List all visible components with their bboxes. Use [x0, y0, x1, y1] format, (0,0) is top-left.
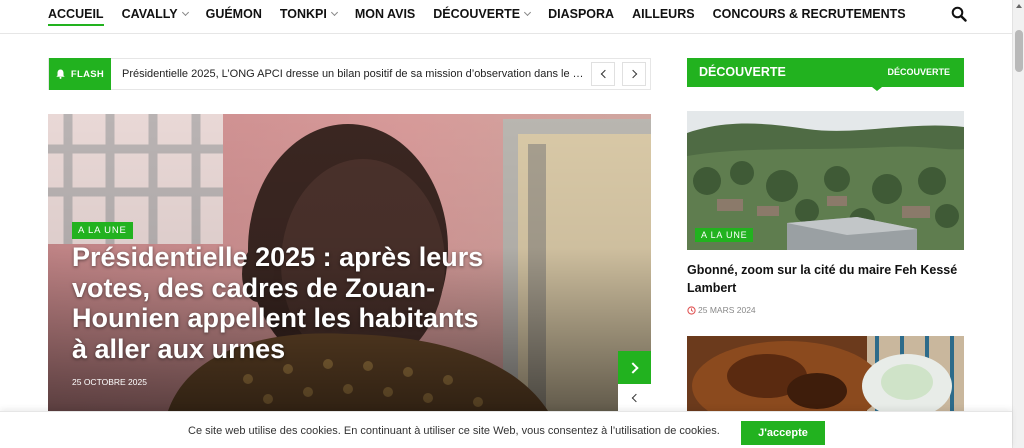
- nav-item-label: ACCUEIL: [48, 7, 104, 21]
- scroll-up-arrow-icon[interactable]: [1016, 4, 1022, 8]
- chevron-right-icon: [627, 361, 639, 374]
- chevron-down-icon: [330, 8, 338, 17]
- nav-item-label: DIASPORA: [548, 7, 615, 21]
- chevron-left-icon: [600, 69, 609, 79]
- sidebar-section-link[interactable]: DÉCOUVERTE: [887, 58, 950, 87]
- card-category-badge[interactable]: A LA UNE: [695, 228, 754, 242]
- nav-item-label: AILLEURS: [632, 7, 695, 21]
- hero-next-button[interactable]: [618, 351, 651, 384]
- nav-item-label: DÉCOUVERTE: [433, 7, 521, 21]
- hero-category-badge[interactable]: A LA UNE: [72, 222, 133, 239]
- food-photo: [687, 336, 964, 416]
- page: ACCUEIL CAVALLY GUÉMON TONKPI MON AVIS DÉCOUV…: [0, 0, 1024, 448]
- nav-item-tonkpi[interactable]: TONKPI: [279, 0, 338, 28]
- nav-item-accueil[interactable]: ACCUEIL: [48, 0, 104, 28]
- nav-item-label: CONCOURS & RECRUTEMENTS: [712, 7, 906, 21]
- nav-item-gu-mon[interactable]: GUÉMON: [206, 0, 262, 28]
- flash-prev-button[interactable]: [591, 62, 615, 86]
- nav-item-label: MON AVIS: [354, 7, 416, 21]
- hero-slide[interactable]: A LA UNE Présidentielle 2025 : après leu…: [48, 114, 651, 411]
- sidebar-card-date-text: 25 MARS 2024: [698, 305, 756, 315]
- nav-item-label: CAVALLY: [121, 7, 178, 21]
- nav-item-ailleurs[interactable]: AILLEURS: [632, 0, 695, 28]
- header-notch: [872, 87, 882, 91]
- hero-date: 25 OCTOBRE 2025: [72, 377, 147, 387]
- flash-next-button[interactable]: [622, 62, 646, 86]
- chevron-down-icon: [524, 8, 532, 17]
- accept-cookies-button[interactable]: J'accepte: [741, 421, 825, 445]
- chevron-right-icon: [628, 69, 637, 79]
- nav-item-concours-recrutements[interactable]: CONCOURS & RECRUTEMENTS: [713, 0, 906, 28]
- clock-icon: [687, 305, 696, 315]
- hero-title-link[interactable]: Présidentielle 2025 : après leurs votes,…: [72, 242, 492, 364]
- flash-ticker: FLASH Présidentielle 2025, L’ONG APCI dr…: [48, 58, 651, 90]
- main-navigation: ACCUEIL CAVALLY GUÉMON TONKPI MON AVIS DÉCOUV…: [0, 0, 1012, 34]
- nav-item-label: GUÉMON: [205, 7, 262, 21]
- hero-prev-button[interactable]: [618, 384, 651, 411]
- chevron-down-icon: [181, 8, 189, 17]
- sidebar-card-date: 25 MARS 2024: [687, 305, 756, 315]
- page-scrollbar[interactable]: [1012, 0, 1024, 448]
- nav-item-d-couverte[interactable]: DÉCOUVERTE: [433, 0, 532, 28]
- sidebar-section-title: DÉCOUVERTE: [699, 65, 786, 79]
- sidebar-card-image[interactable]: A LA UNE: [687, 111, 964, 250]
- chevron-left-icon: [631, 393, 641, 402]
- cookie-banner: Ce site web utilise des cookies. En cont…: [0, 411, 1012, 448]
- search-icon[interactable]: [951, 6, 967, 22]
- bell-icon: [56, 69, 65, 79]
- nav-item-cavally[interactable]: CAVALLY: [121, 0, 189, 28]
- sidebar-card-title-link[interactable]: Gbonné, zoom sur la cité du maire Feh Ke…: [687, 261, 964, 297]
- nav-item-label: TONKPI: [279, 7, 327, 21]
- scrollbar-thumb[interactable]: [1015, 30, 1023, 72]
- flash-headline-link[interactable]: Présidentielle 2025, L’ONG APCI dresse u…: [122, 59, 584, 89]
- flash-label: FLASH: [49, 58, 111, 90]
- flash-label-text: FLASH: [70, 68, 105, 80]
- nav-item-mon-avis[interactable]: MON AVIS: [355, 0, 415, 28]
- nav-item-diaspora[interactable]: DIASPORA: [548, 0, 614, 28]
- cookie-message: Ce site web utilise des cookies. En cont…: [188, 425, 720, 437]
- sidebar-section-header: DÉCOUVERTE DÉCOUVERTE: [687, 58, 964, 91]
- sidebar-card-2-image[interactable]: [687, 336, 964, 416]
- nav-list: ACCUEIL CAVALLY GUÉMON TONKPI MON AVIS DÉCOUV…: [48, 0, 924, 28]
